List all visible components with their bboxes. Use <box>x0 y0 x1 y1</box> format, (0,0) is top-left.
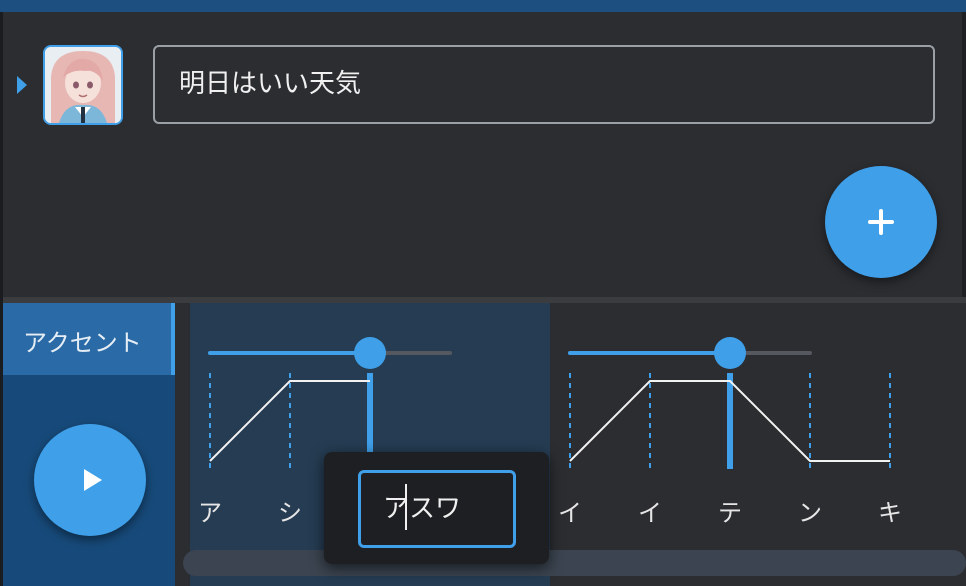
plus-icon-vertical <box>879 209 883 235</box>
reading-edit-popup: アスワ <box>324 452 549 564</box>
character-avatar[interactable] <box>43 45 123 125</box>
play-button[interactable] <box>34 424 146 536</box>
play-icon <box>84 469 102 491</box>
mora-label[interactable]: テ <box>718 499 742 527</box>
mora-label[interactable]: ン <box>798 499 822 527</box>
mora-label[interactable]: シ <box>278 499 302 527</box>
window-edge-right <box>962 12 966 302</box>
text-input[interactable]: 明日はいい天気 <box>153 45 935 124</box>
mora-label[interactable]: キ <box>878 499 902 527</box>
active-row-marker-icon <box>17 76 27 94</box>
title-bar <box>0 0 966 12</box>
tab-accent-label: アクセント <box>23 329 142 357</box>
mora-label[interactable]: ア <box>198 499 222 527</box>
accent-editor: アシタイイテンキ <box>190 303 966 586</box>
tab-selected-indicator <box>171 303 175 375</box>
horizontal-scrollbar[interactable] <box>183 550 966 576</box>
text-editor-area: 明日はいい天気 <box>3 12 962 300</box>
accent-slider-thumb[interactable] <box>714 337 746 369</box>
reading-input[interactable]: アスワ <box>358 470 516 548</box>
accent-phrases-canvas: アシタイイテンキ <box>190 303 902 586</box>
mora-label[interactable]: イ <box>558 499 582 527</box>
tab-accent[interactable]: アクセント <box>3 303 175 375</box>
text-caret <box>405 484 407 530</box>
mora-label[interactable]: イ <box>638 499 662 527</box>
character-portrait-icon <box>45 47 121 123</box>
accent-slider-thumb[interactable] <box>354 337 386 369</box>
add-row-button[interactable] <box>825 166 937 278</box>
